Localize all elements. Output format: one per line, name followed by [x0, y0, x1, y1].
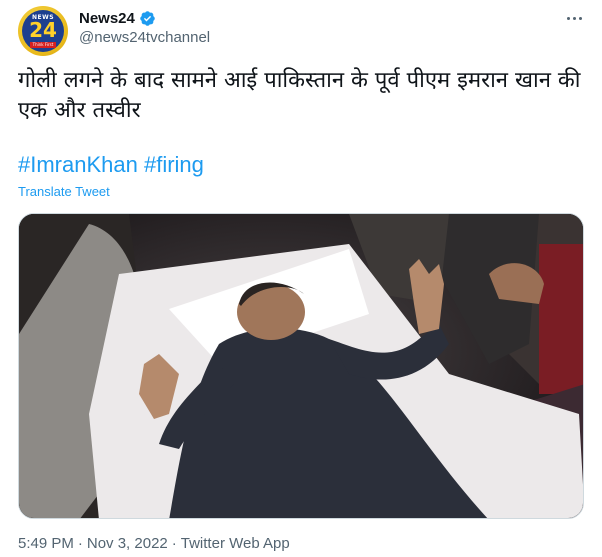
hashtag-firing[interactable]: #firing	[144, 152, 204, 177]
translate-tweet-link[interactable]: Translate Tweet	[18, 184, 110, 199]
avatar-logo-tagline: Think First	[30, 42, 56, 48]
tweet-source[interactable]: Twitter Web App	[181, 535, 290, 552]
tweet-time[interactable]: 5:49 PM	[18, 535, 74, 552]
tweet: NEWS 24 Think First News24 @news24tvchan…	[0, 0, 602, 557]
tweet-text: गोली लगने के बाद सामने आई पाकिस्तान के प…	[18, 68, 581, 123]
tweet-photo[interactable]	[18, 213, 584, 519]
author-display-name[interactable]: News24	[79, 10, 135, 27]
author-handle[interactable]: @news24tvchannel	[79, 29, 210, 46]
hashtag-imrankhan[interactable]: #ImranKhan	[18, 152, 138, 177]
more-options-icon[interactable]	[564, 8, 584, 28]
author-name-row[interactable]: News24	[79, 8, 156, 28]
meta-separator: ·	[171, 535, 177, 552]
verified-badge-icon	[139, 10, 156, 27]
tweet-photo-illustration	[19, 214, 583, 518]
avatar[interactable]: NEWS 24 Think First	[18, 6, 68, 56]
tweet-meta: 5:49 PM · Nov 3, 2022 · Twitter Web App	[18, 535, 290, 552]
tweet-date[interactable]: Nov 3, 2022	[87, 535, 168, 552]
hashtags: #ImranKhan #firing	[18, 152, 204, 178]
avatar-logo-number: 24	[29, 18, 57, 42]
meta-separator: ·	[77, 535, 83, 552]
